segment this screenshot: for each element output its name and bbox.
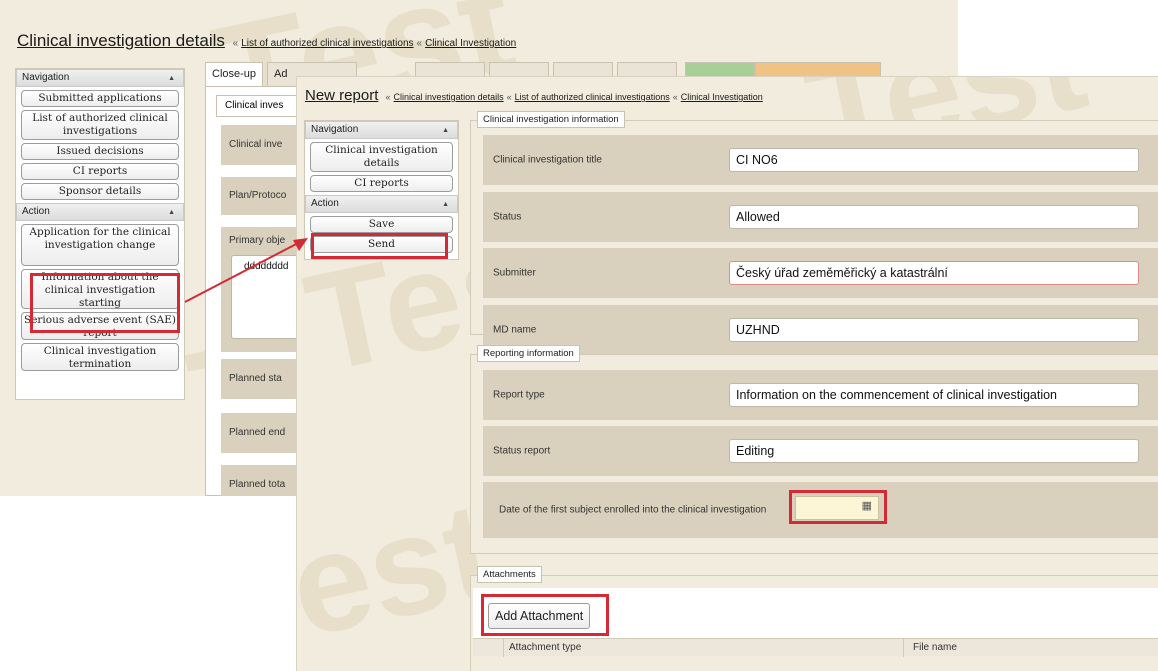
tab-content: Clinical inves Clinical inve Plan/Protoc… (205, 86, 311, 496)
column-file-name[interactable]: File name (913, 639, 957, 656)
field-label: Status (493, 211, 522, 223)
field-row: Date of the first subject enrolled into … (483, 482, 1158, 538)
highlight-box (30, 273, 180, 333)
section-legend: Clinical investigation information (477, 111, 625, 128)
navigation-header[interactable]: Navigation ▲ (16, 69, 184, 87)
action-header[interactable]: Action ▲ (16, 203, 184, 221)
breadcrumb: «Clinical investigation details «List of … (385, 92, 763, 102)
highlight-box (789, 490, 887, 524)
column-attachment-type[interactable]: Attachment type (509, 639, 581, 656)
collapse-icon[interactable]: ▲ (442, 123, 449, 139)
field-row: Report type Information on the commencem… (483, 370, 1158, 420)
submitter-field[interactable]: Český úřad zeměměřický a katastrální (729, 261, 1139, 285)
breadcrumb-link-clinical-investigation[interactable]: Clinical Investigation (425, 38, 516, 49)
field-row: Status report Editing (483, 426, 1158, 476)
section-legend: Attachments (477, 566, 542, 583)
page-title-bar: Clinical investigation details «List of … (17, 31, 516, 51)
field-label: Clinical investigation title (493, 154, 602, 166)
field-row: Status Allowed (483, 192, 1158, 242)
ci-title-field[interactable]: CI NO6 (729, 148, 1139, 172)
tab-close-up[interactable]: Close-up (205, 62, 264, 86)
navigation-header[interactable]: Navigation ▲ (305, 121, 458, 139)
column-divider (903, 639, 904, 657)
breadcrumb-link-investigation-details[interactable]: Clinical investigation details (394, 92, 504, 102)
collapse-icon[interactable]: ▲ (168, 205, 175, 221)
status-field[interactable]: Allowed (729, 205, 1139, 229)
front-window: Test Test Test New report «Clinical inve… (296, 76, 1158, 671)
sidebar-item-submitted-applications[interactable]: Submitted applications (21, 90, 179, 107)
highlight-box (481, 594, 609, 636)
sidebar-item-sponsor-details[interactable]: Sponsor details (21, 183, 179, 200)
field-row: MD name UZHND (483, 305, 1158, 355)
sidebar-item-investigation-details[interactable]: Clinical investigation details (310, 142, 453, 172)
field-label: Submitter (493, 267, 536, 279)
breadcrumb-link-clinical-investigation[interactable]: Clinical Investigation (681, 92, 763, 102)
save-button[interactable]: Save (310, 216, 453, 233)
highlight-box (311, 233, 448, 259)
breadcrumb-link-authorized-list[interactable]: List of authorized clinical investigatio… (241, 38, 413, 49)
ci-info-section: Clinical investigation information Clini… (470, 111, 1158, 355)
collapse-icon[interactable]: ▲ (168, 71, 175, 87)
field-label: MD name (493, 324, 537, 336)
sidebar-item-ci-reports[interactable]: CI reports (21, 163, 179, 180)
md-name-field[interactable]: UZHND (729, 318, 1139, 342)
reporting-section: Reporting information Report type Inform… (470, 345, 1158, 554)
attachments-table-header: Attachment type File name (473, 638, 1158, 657)
sidebar-item-authorized-investigations[interactable]: List of authorized clinical investigatio… (21, 110, 179, 140)
report-type-field[interactable]: Information on the commencement of clini… (729, 383, 1139, 407)
sidebar: Navigation ▲ Submitted applications List … (15, 68, 185, 400)
sidebar-item-issued-decisions[interactable]: Issued decisions (21, 143, 179, 160)
sub-tab-clinical-investigation[interactable]: Clinical inves (216, 95, 306, 117)
sidebar-item-ci-reports[interactable]: CI reports (310, 175, 453, 192)
page-title-bar: New report «Clinical investigation detai… (305, 87, 763, 104)
column-divider (503, 639, 504, 657)
field-row: Submitter Český úřad zeměměřický a katas… (483, 248, 1158, 298)
collapse-icon[interactable]: ▲ (442, 197, 449, 213)
action-investigation-termination[interactable]: Clinical investigation termination (21, 343, 179, 371)
status-report-field[interactable]: Editing (729, 439, 1139, 463)
breadcrumb: «List of authorized clinical investigati… (232, 38, 517, 49)
section-legend: Reporting information (477, 345, 580, 362)
action-header[interactable]: Action ▲ (305, 195, 458, 213)
date-label: Date of the first subject enrolled into … (499, 504, 767, 516)
field-row: Clinical investigation title CI NO6 (483, 135, 1158, 185)
breadcrumb-link-authorized-list[interactable]: List of authorized clinical investigatio… (515, 92, 670, 102)
page-title: Clinical investigation details (17, 31, 225, 50)
field-label: Report type (493, 389, 545, 401)
field-label: Status report (493, 445, 551, 457)
page-title: New report (305, 87, 379, 104)
attachments-section: Attachments Add Attachment Attachment ty… (470, 566, 1158, 671)
action-application-change[interactable]: Application for the clinical investigati… (21, 224, 179, 266)
